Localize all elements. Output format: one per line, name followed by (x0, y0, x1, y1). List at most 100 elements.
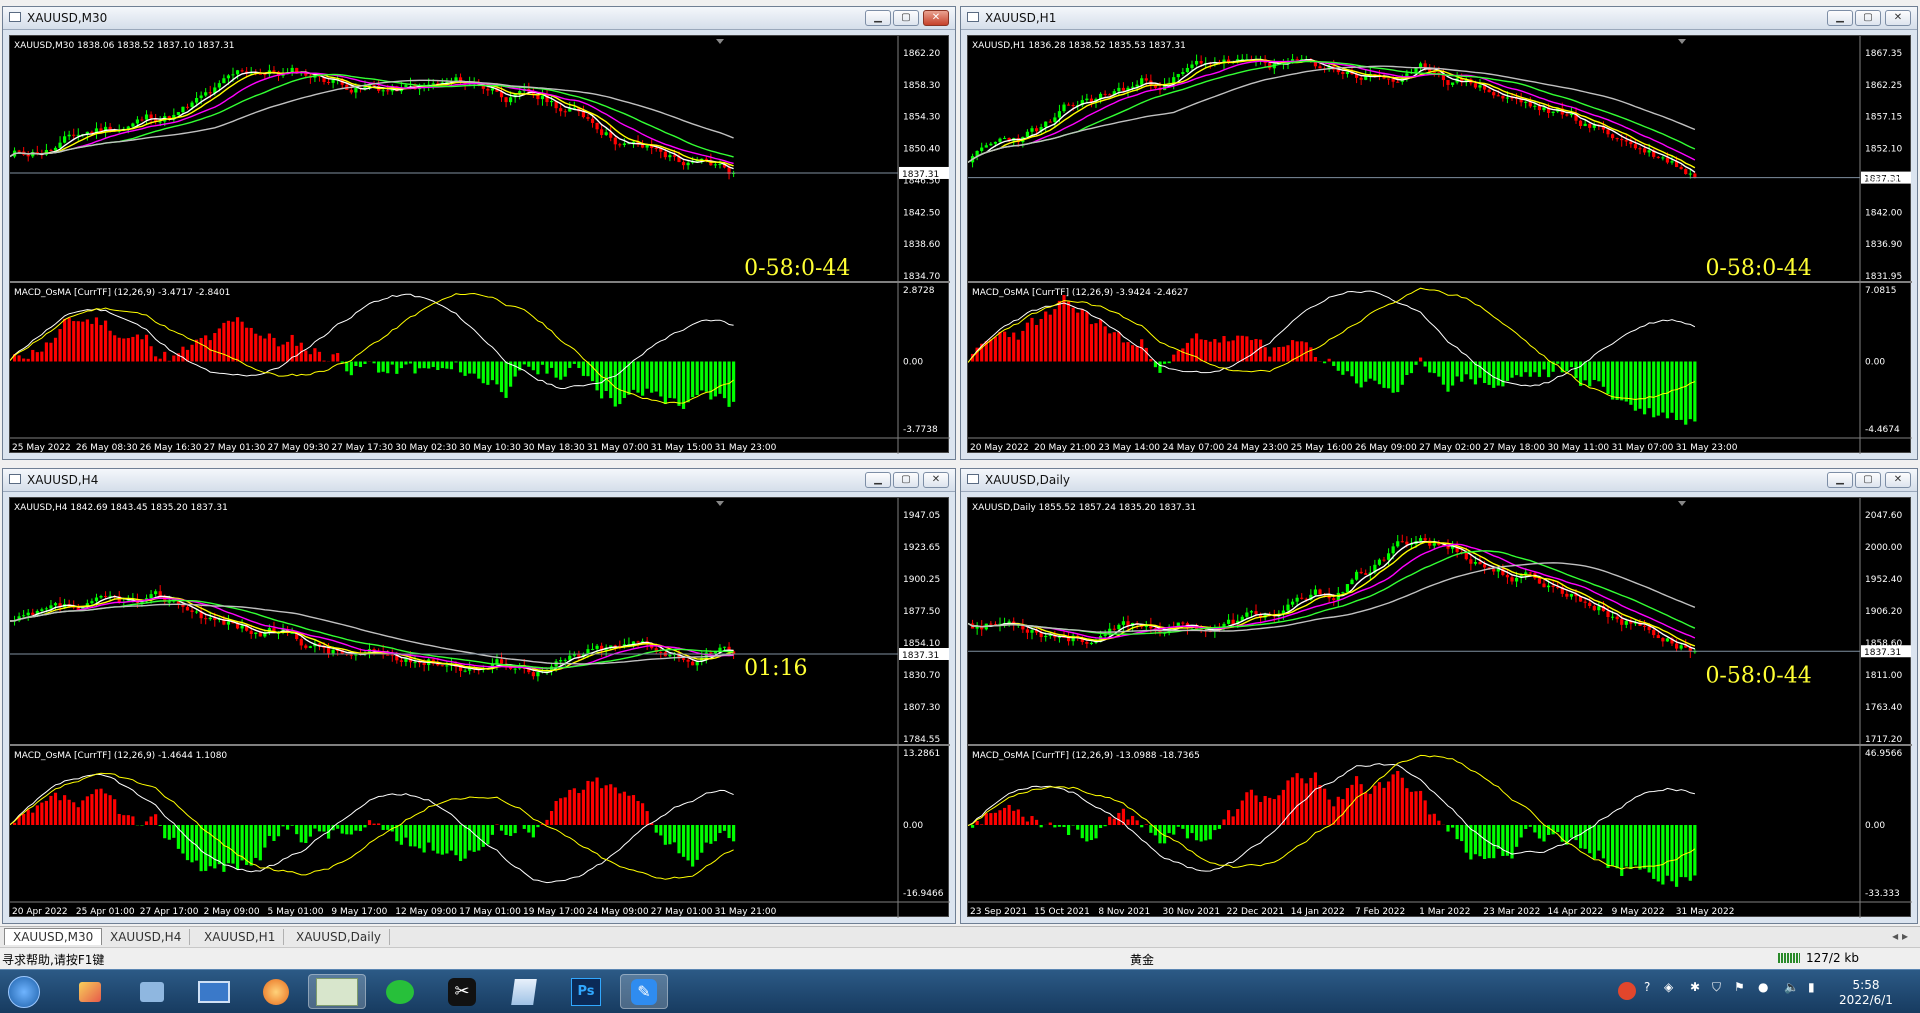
tray-bluetooth-icon[interactable]: ✱ (1690, 980, 1700, 994)
macd-bar (1469, 362, 1472, 380)
window-titlebar[interactable]: XAUUSD,Daily ▁ ▢ ✕ (961, 469, 1917, 492)
macd-bar (281, 825, 284, 826)
macd-bar (482, 825, 485, 847)
time-axis-label: 19 May 17:00 (523, 907, 585, 917)
candle-body (1346, 72, 1349, 74)
macd-bar (263, 339, 266, 362)
macd-bar (295, 825, 298, 834)
browser-icon[interactable] (252, 974, 300, 1009)
candle-body (209, 92, 212, 93)
macd-bar (413, 362, 416, 374)
capcut-icon[interactable]: ✂ (438, 974, 486, 1009)
macd-bar (1113, 819, 1116, 825)
tab-scroll-arrows[interactable]: ◂ ▸ (1892, 929, 1908, 943)
tray-flag-icon[interactable]: ⚑ (1734, 980, 1745, 994)
candle-body (27, 155, 30, 157)
macd-bar (213, 825, 216, 868)
macd-axis-label: 0.00 (903, 358, 923, 368)
notes-icon[interactable] (500, 974, 548, 1009)
tray-security-icon[interactable]: ⛉ (1712, 980, 1721, 995)
maximize-button[interactable]: ▢ (1855, 10, 1881, 26)
macd-bar (1478, 825, 1481, 856)
macd-bar (400, 362, 403, 369)
macd-bar (1017, 340, 1020, 362)
macd-bar (1286, 780, 1289, 825)
paint-icon[interactable] (66, 974, 114, 1009)
close-button[interactable]: ✕ (923, 10, 949, 26)
window-titlebar[interactable]: XAUUSD,M30 ▁ ▢ ✕ (3, 7, 955, 30)
maximize-button[interactable]: ▢ (893, 10, 919, 26)
start-orb-icon[interactable] (2, 974, 46, 1009)
chart-window-w2[interactable]: XAUUSD,H1 ▁ ▢ ✕ 1837.311867.351862.251857… (960, 6, 1918, 460)
macd-bar (1008, 805, 1011, 825)
moving-average-line-2 (968, 60, 1695, 168)
wechat-icon[interactable] (376, 974, 424, 1009)
price-chart-svg[interactable]: 1837.312047.602000.001952.401906.201858.… (968, 498, 1912, 918)
macd-bar (1126, 819, 1129, 825)
macd-bar (186, 825, 189, 860)
edit-icon[interactable]: ✎ (620, 974, 668, 1009)
desktop-icon[interactable] (190, 974, 238, 1009)
chart-window-w3[interactable]: XAUUSD,H4 ▁ ▢ ✕ 1837.311947.051923.651900… (2, 468, 956, 924)
candle-body (1675, 643, 1678, 648)
time-axis-label: 1 Mar 2022 (1419, 907, 1470, 917)
chart-area[interactable]: 1837.311947.051923.651900.251877.501854.… (9, 497, 949, 917)
price-chart-svg[interactable]: 1837.311867.351862.251857.151852.101847.… (968, 36, 1912, 454)
tab-xauusd-m30[interactable]: XAUUSD,M30 (4, 928, 102, 945)
macd-bar (1341, 362, 1344, 375)
macd-bar (1524, 362, 1527, 373)
minimize-button[interactable]: ▁ (1827, 472, 1853, 488)
contacts-icon[interactable] (128, 974, 176, 1009)
price-axis-label: 1867.35 (1865, 49, 1902, 59)
price-chart-svg[interactable]: 1837.311947.051923.651900.251877.501854.… (10, 498, 950, 918)
tray-wechat-icon[interactable]: ● (1758, 980, 1768, 994)
tab-xauusd-daily[interactable]: XAUUSD,Daily (288, 929, 390, 945)
chart-area[interactable]: 1837.312047.602000.001952.401906.201858.… (967, 497, 1911, 917)
candle-body (1245, 612, 1248, 616)
candle-body (332, 80, 335, 83)
close-button[interactable]: ✕ (1885, 10, 1911, 26)
tab-xauusd-h1[interactable]: XAUUSD,H1 (196, 929, 284, 945)
time-axis-label: 30 Nov 2021 (1162, 907, 1220, 917)
photoshop-icon[interactable]: Ps (562, 974, 610, 1009)
window-titlebar[interactable]: XAUUSD,H4 ▁ ▢ ✕ (3, 469, 955, 492)
metatrader-icon[interactable] (308, 974, 366, 1009)
candle-body (49, 605, 52, 608)
candle-body (994, 142, 997, 144)
tray-volume-icon[interactable]: 🔈 (1784, 980, 1799, 994)
macd-bar (1638, 825, 1641, 870)
candle-body (254, 633, 257, 634)
candle-body (1332, 598, 1335, 600)
maximize-button[interactable]: ▢ (893, 472, 919, 488)
macd-bar (1424, 362, 1427, 367)
macd-bar (473, 825, 476, 852)
tray-clock[interactable]: 5:58 2022/6/1 (1836, 978, 1896, 1008)
minimize-button[interactable]: ▁ (865, 472, 891, 488)
chart-window-w4[interactable]: XAUUSD,Daily ▁ ▢ ✕ 1837.312047.602000.001… (960, 468, 1918, 924)
window-titlebar[interactable]: XAUUSD,H1 ▁ ▢ ✕ (961, 7, 1917, 30)
macd-bar (154, 356, 157, 361)
minimize-button[interactable]: ▁ (1827, 10, 1853, 26)
maximize-button[interactable]: ▢ (1855, 472, 1881, 488)
chart-area[interactable]: 1837.311867.351862.251857.151852.101847.… (967, 35, 1911, 453)
tray-shield-icon[interactable]: ◈ (1664, 980, 1673, 994)
macd-bar (677, 825, 680, 853)
macd-bar (687, 825, 690, 860)
chart-area[interactable]: 1837.311862.201858.301854.301850.401846.… (9, 35, 949, 453)
macd-bar (436, 825, 439, 854)
price-chart-svg[interactable]: 1837.311862.201858.301854.301850.401846.… (10, 36, 950, 454)
close-button[interactable]: ✕ (1885, 472, 1911, 488)
macd-bar (336, 825, 339, 829)
minimize-button[interactable]: ▁ (865, 10, 891, 26)
time-axis-label: 27 May 01:30 (204, 443, 266, 453)
close-button[interactable]: ✕ (923, 472, 949, 488)
chart-window-w1[interactable]: XAUUSD,M30 ▁ ▢ ✕ 1837.311862.201858.30185… (2, 6, 956, 460)
tray-help-icon[interactable]: ? (1644, 980, 1650, 994)
macd-bar (386, 362, 389, 374)
tray-app-icon[interactable] (1618, 982, 1636, 1000)
tray-network-icon[interactable]: ▮ (1808, 980, 1815, 994)
tab-xauusd-h4[interactable]: XAUUSD,H4 (102, 929, 190, 945)
macd-bar (377, 362, 380, 373)
macd-axis-label: 46.9566 (1865, 749, 1902, 759)
candle-body (1030, 128, 1033, 132)
